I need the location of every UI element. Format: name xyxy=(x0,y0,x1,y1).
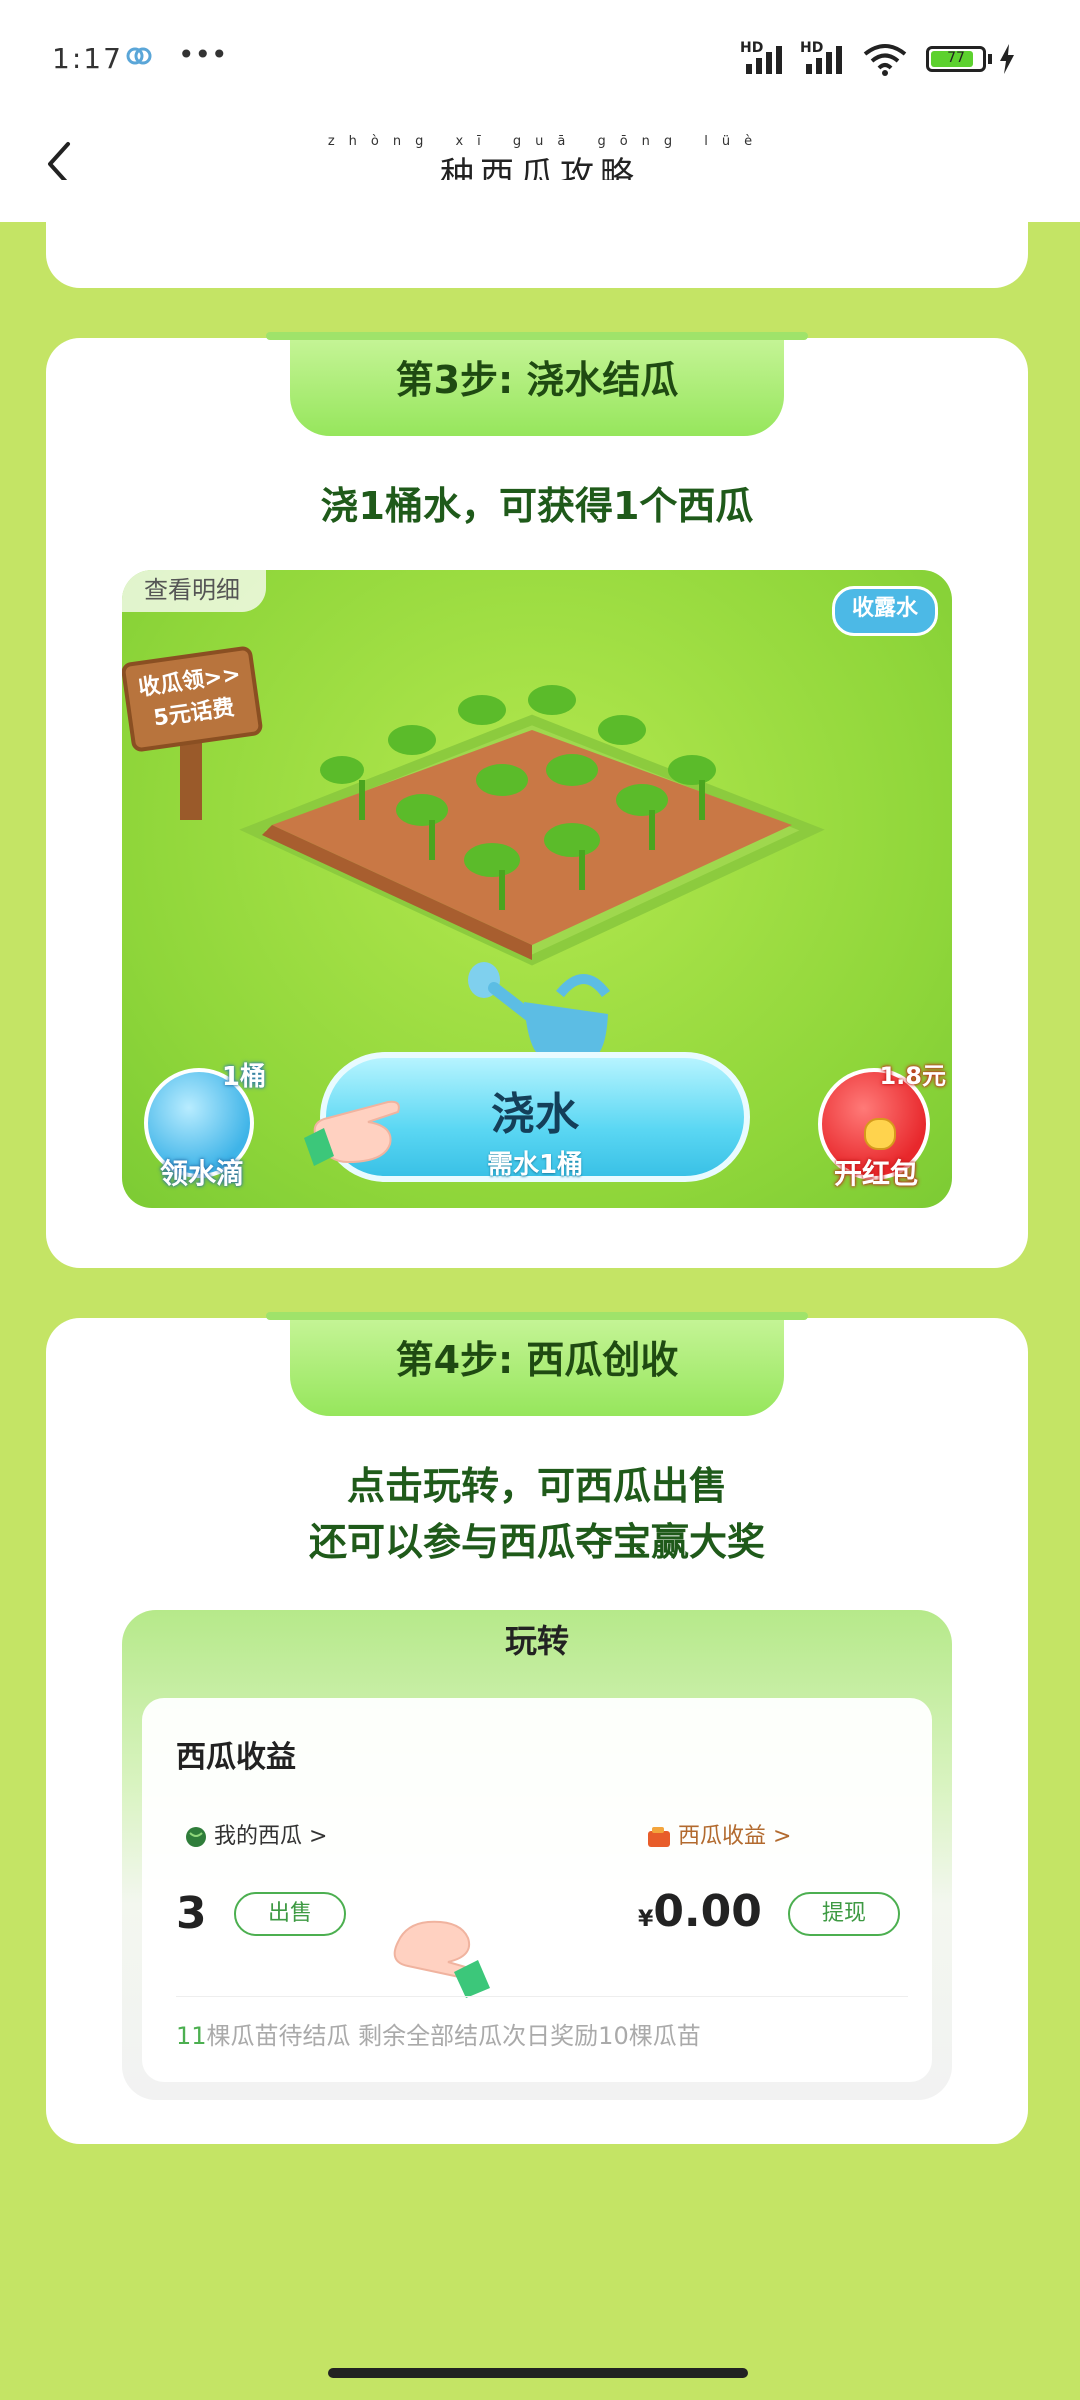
melon-income-title: 西瓜收益 xyxy=(176,1740,296,1775)
step3-card: 第3步: 浇水结瓜 浇1桶水，可获得1个西瓜 收瓜领>> 5元话费 查看明细 收… xyxy=(46,332,1028,1268)
game-scene: 收瓜领>> 5元话费 查看明细 收露水 1桶 领水滴 浇水 需水1桶 1.8元 … xyxy=(122,570,952,1208)
my-melons-label: 我的西瓜 > xyxy=(214,1824,328,1849)
view-details-link[interactable]: 查看明细 xyxy=(122,570,266,612)
step4-card: 第4步: 西瓜创收 点击玩转，可西瓜出售 还可以参与西瓜夺宝赢大奖 玩转 西瓜收… xyxy=(46,1312,1028,2144)
melon-income-card: 西瓜收益 我的西瓜 > 西瓜收益 > 3 出售 ¥0.00 提现 11棵瓜苗待结… xyxy=(142,1698,932,2082)
previous-step-card xyxy=(46,180,1028,288)
divider xyxy=(176,1996,908,1997)
get-water-drops-button[interactable]: 1桶 领水滴 xyxy=(144,1056,266,1190)
battery-level: 77 xyxy=(947,50,965,66)
melon-income-link[interactable]: 西瓜收益 > xyxy=(646,1818,791,1850)
water-bucket-count: 1桶 xyxy=(221,1062,266,1092)
wifi-icon xyxy=(863,44,907,76)
watermelon-field xyxy=(239,685,825,966)
income-amount: ¥0.00 xyxy=(638,1886,762,1937)
withdraw-button[interactable]: 提现 xyxy=(788,1892,900,1936)
pointing-hand-icon xyxy=(304,1100,400,1166)
income-value: 0.00 xyxy=(653,1886,762,1937)
wallet-icon xyxy=(648,1827,670,1847)
battery-icon: 77 xyxy=(926,46,986,72)
step4-subtitle-line1: 点击玩转，可西瓜出售 xyxy=(346,1464,727,1508)
get-water-drops-label: 领水滴 xyxy=(159,1157,244,1190)
melon-count: 3 xyxy=(176,1888,207,1939)
collect-dew-button[interactable]: 收露水 xyxy=(832,586,938,636)
charging-icon xyxy=(1000,44,1014,74)
open-red-packet-button[interactable]: 1.8元 开红包 xyxy=(818,1056,946,1190)
collect-dew-label: 收露水 xyxy=(851,596,918,621)
step3-tab: 第3步: 浇水结瓜 xyxy=(266,332,808,436)
red-packet-amount: 1.8元 xyxy=(879,1062,946,1090)
step3-subtitle: 浇1桶水，可获得1个西瓜 xyxy=(320,484,754,528)
open-red-packet-label: 开红包 xyxy=(833,1157,918,1190)
status-bar: 1:17 ••• HD HD 77 xyxy=(0,0,1080,120)
seedling-note: 11棵瓜苗待结瓜 剩余全部结瓜次日奖励10棵瓜苗 xyxy=(176,2016,701,2051)
app-notification-icon xyxy=(126,47,152,65)
watering-can-icon xyxy=(468,962,611,1058)
my-melons-link[interactable]: 我的西瓜 > xyxy=(184,1818,327,1850)
status-time: 1:17 xyxy=(52,42,123,75)
currency-symbol: ¥ xyxy=(638,1907,654,1932)
more-notifications-icon: ••• xyxy=(178,38,228,71)
seedling-note-text: 棵瓜苗待结瓜 剩余全部结瓜次日奖励10棵瓜苗 xyxy=(206,2022,701,2050)
home-indicator[interactable] xyxy=(328,2368,748,2378)
harvest-signpost[interactable]: 收瓜领>> 5元话费 xyxy=(122,620,264,820)
play-panel: 玩转 西瓜收益 我的西瓜 > 西瓜收益 > 3 出售 ¥0.00 提现 11棵瓜… xyxy=(122,1610,952,2100)
melon-income-label: 西瓜收益 > xyxy=(678,1824,792,1849)
seedling-count: 11 xyxy=(176,2022,207,2050)
signal-icon-2 xyxy=(806,46,842,74)
signal-icon xyxy=(746,46,782,74)
play-panel-title: 玩转 xyxy=(504,1622,569,1660)
step4-tab: 第4步: 西瓜创收 xyxy=(266,1312,808,1416)
step4-subtitle-line2: 还可以参与西瓜夺宝赢大奖 xyxy=(308,1520,765,1564)
sell-button[interactable]: 出售 xyxy=(234,1892,346,1936)
watermelon-icon xyxy=(186,1827,206,1847)
pointing-hand-icon-2 xyxy=(393,1920,490,1998)
